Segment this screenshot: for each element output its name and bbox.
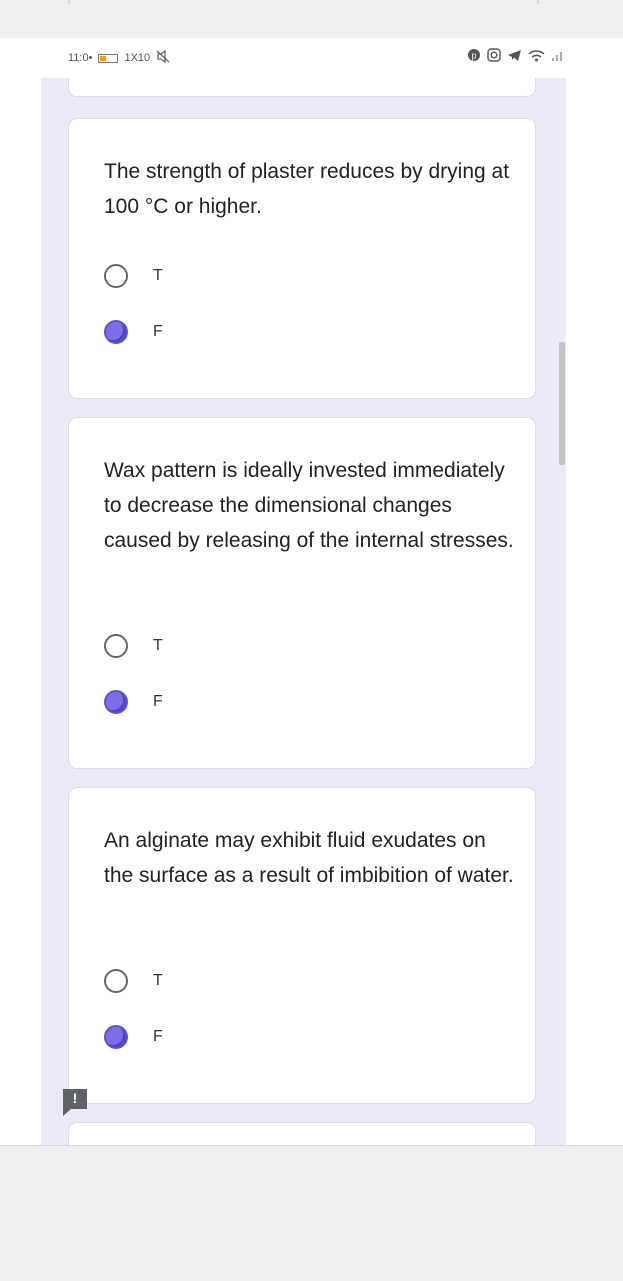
option-label: F <box>153 1028 163 1045</box>
question-text: Wax pattern is ideally invested immediat… <box>104 459 514 552</box>
option-label: F <box>153 693 163 710</box>
mute-icon <box>156 49 170 66</box>
option-true[interactable]: T <box>104 264 163 288</box>
status-time: 11:0• <box>68 52 93 64</box>
option-true[interactable]: T <box>104 634 163 658</box>
form-area: The strength of plaster reduces by dryin… <box>41 78 566 1145</box>
svg-text:p: p <box>471 51 476 61</box>
option-false[interactable]: F <box>104 1025 163 1049</box>
radio-unchecked-icon[interactable] <box>104 634 128 658</box>
option-label: T <box>153 972 163 989</box>
bottom-area <box>0 1145 623 1281</box>
option-false[interactable]: F <box>104 690 163 714</box>
battery-icon <box>98 53 119 63</box>
question-text: An alginate may exhibit fluid exudates o… <box>104 829 514 887</box>
radio-checked-icon[interactable] <box>104 1025 128 1049</box>
question-card: Wax pattern is ideally invested immediat… <box>68 417 536 769</box>
feedback-button[interactable]: ! <box>61 1087 89 1117</box>
radio-unchecked-icon[interactable] <box>104 264 128 288</box>
divider-mark <box>537 0 539 4</box>
status-bar: 11:0• 1X10 p <box>0 38 623 82</box>
status-text: 1X10 <box>124 52 151 64</box>
question-card: An alginate may exhibit fluid exudates o… <box>68 787 536 1104</box>
signal-icon <box>551 49 565 65</box>
question-card-partial-bottom <box>68 1122 536 1145</box>
top-strip <box>0 0 623 39</box>
option-label: T <box>153 267 163 284</box>
option-true[interactable]: T <box>104 969 163 993</box>
question-card: The strength of plaster reduces by dryin… <box>68 118 536 399</box>
telegram-icon <box>507 49 522 65</box>
status-right: p <box>467 48 565 65</box>
instagram-icon <box>487 48 501 65</box>
pinterest-icon: p <box>467 48 481 65</box>
divider-mark <box>68 0 70 4</box>
option-label: T <box>153 637 163 654</box>
wifi-icon <box>528 49 545 65</box>
option-false[interactable]: F <box>104 320 163 344</box>
radio-unchecked-icon[interactable] <box>104 969 128 993</box>
status-left: 11:0• 1X10 <box>68 49 170 66</box>
option-label: F <box>153 323 163 340</box>
question-text: The strength of plaster reduces by dryin… <box>104 160 510 218</box>
feedback-glyph: ! <box>72 1090 78 1106</box>
radio-checked-icon[interactable] <box>104 690 128 714</box>
question-card-partial-top <box>68 78 536 97</box>
scrollbar[interactable] <box>559 342 565 465</box>
phone-screen: 11:0• 1X10 p The strength of plaster red… <box>0 38 623 1145</box>
radio-checked-icon[interactable] <box>104 320 128 344</box>
